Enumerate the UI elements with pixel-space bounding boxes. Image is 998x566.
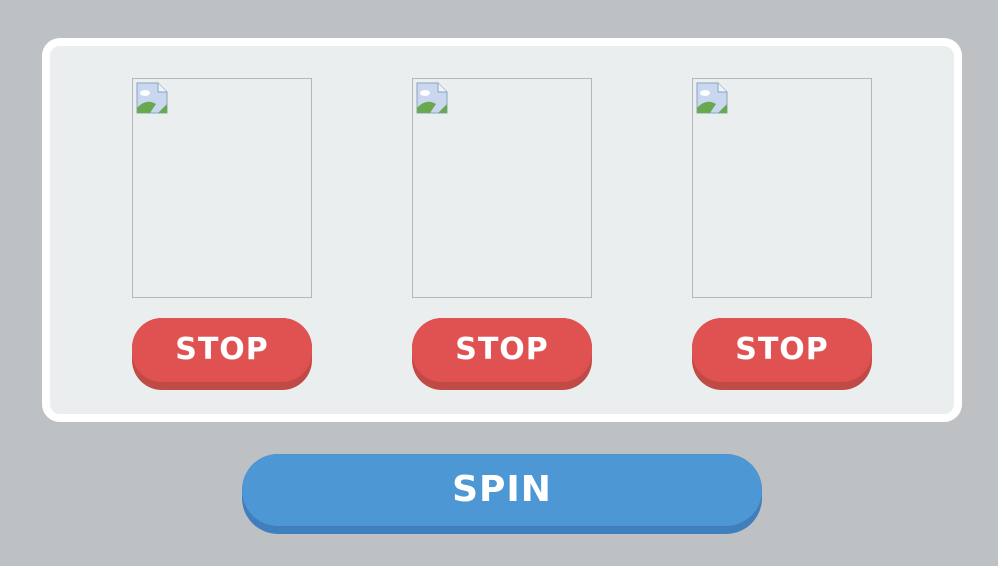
reel-column-2: STOP [412, 78, 592, 390]
stop-button-1-label: STOP [132, 318, 312, 382]
slot-machine-panel: STOP STOP STOP [42, 38, 962, 422]
broken-image-icon [696, 82, 728, 114]
reel-3 [692, 78, 872, 298]
stop-button-3[interactable]: STOP [692, 318, 872, 390]
stop-button-2[interactable]: STOP [412, 318, 592, 390]
reel-column-3: STOP [692, 78, 872, 390]
reel-column-1: STOP [132, 78, 312, 390]
reel-2 [412, 78, 592, 298]
spin-button-label: SPIN [242, 454, 762, 526]
stop-button-3-label: STOP [692, 318, 872, 382]
stop-button-2-label: STOP [412, 318, 592, 382]
reel-1 [132, 78, 312, 298]
spin-button[interactable]: SPIN [242, 454, 762, 534]
broken-image-icon [416, 82, 448, 114]
stop-button-1[interactable]: STOP [132, 318, 312, 390]
broken-image-icon [136, 82, 168, 114]
